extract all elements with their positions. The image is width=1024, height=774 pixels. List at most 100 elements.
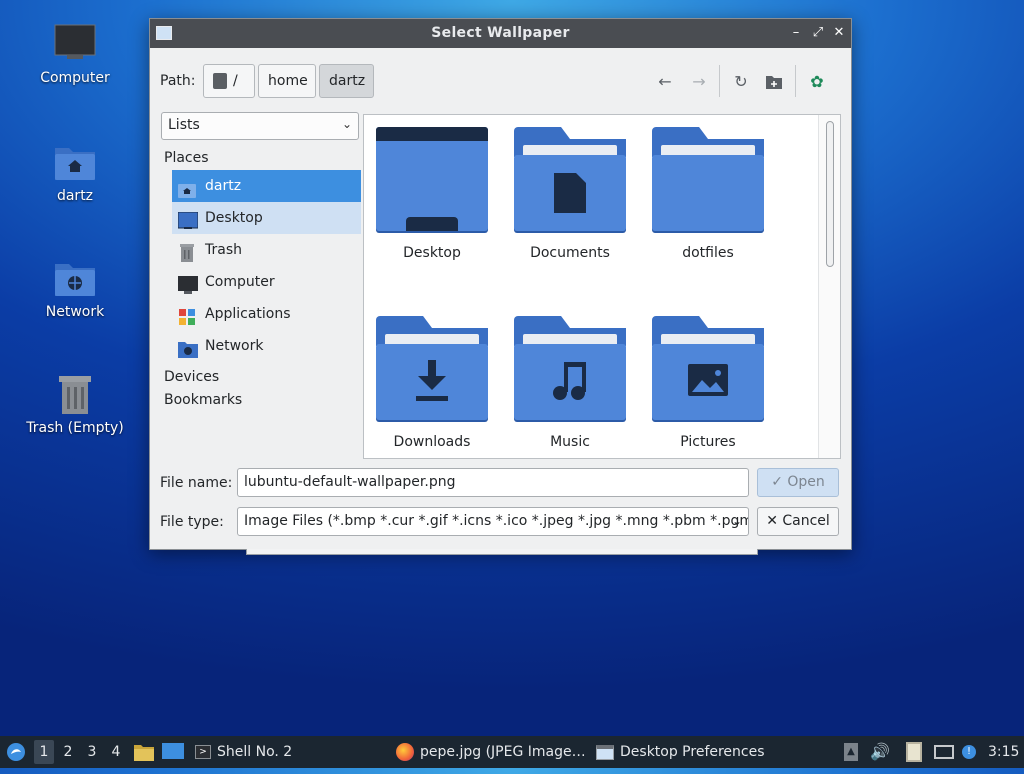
breadcrumb-dartz[interactable]: dartz [319,64,374,98]
path-bar: Path: / home dartz ← → ↻ ✿ [160,63,841,101]
chevron-down-icon: ⌄ [341,117,352,131]
file-item[interactable]: Pictures [643,316,773,450]
network-status-icon[interactable] [934,736,956,768]
task-label: pepe.jpg (JPEG Image… [420,744,586,760]
workspace-2[interactable]: 2 [58,740,78,764]
breadcrumb-root[interactable]: / [203,64,255,98]
file-view: Desktop Documents dotfiles Downloads Mus… [363,114,841,459]
task-desktop-preferences[interactable]: Desktop Preferences [596,736,776,768]
file-name: Documents [530,245,610,261]
file-item[interactable]: Documents [505,127,635,261]
music-folder-icon [514,316,626,420]
places-sidebar: Places dartz Desktop Trash Computer Appl… [161,147,361,412]
devices-header[interactable]: Devices [161,366,361,389]
file-name: dotfiles [682,245,734,261]
sidebar-item-label: Desktop [205,210,263,226]
toolbar-separator [795,65,796,97]
scrollbar-thumb[interactable] [826,121,834,267]
file-name-input[interactable]: lubuntu-default-wallpaper.png [237,468,749,497]
back-icon[interactable]: ← [652,69,678,95]
desktop-icon-label: Trash (Empty) [26,420,124,436]
applications-icon [178,306,196,325]
desktop-folder-icon [376,127,488,231]
background-window-edge [246,549,758,555]
sidebar-item-dartz[interactable]: dartz [172,170,361,202]
vertical-scrollbar[interactable] [818,115,840,458]
network-icon [178,338,198,358]
cancel-button-label: Cancel [782,513,830,529]
terminal-icon: > [195,745,211,759]
workspace-1[interactable]: 1 [34,740,54,764]
breadcrumb-home[interactable]: home [258,64,316,98]
maximize-icon[interactable]: ⤢ [809,23,827,43]
desktop-icon-dartz[interactable]: dartz [20,140,130,204]
bookmarks-header[interactable]: Bookmarks [161,389,361,412]
file-name: Desktop [403,245,461,261]
file-manager-icon[interactable] [134,736,154,768]
path-label: Path: [160,73,196,89]
show-desktop-icon[interactable] [162,736,184,768]
trash-icon [178,242,196,262]
view-mode-select[interactable]: Lists ⌄ [161,112,359,140]
file-item[interactable]: Desktop [367,127,497,261]
sidebar-item-label: Network [205,338,264,354]
close-icon[interactable]: ✕ [830,23,848,43]
clipboard-icon[interactable] [906,736,926,768]
sidebar-item-label: Applications [205,306,291,322]
reload-icon[interactable]: ↻ [728,69,754,95]
notification-icon[interactable]: ! [962,736,978,768]
file-name: Music [550,434,590,450]
open-button[interactable]: ✓ Open [757,468,839,497]
downloads-folder-icon [376,316,488,420]
taskbar: 1 2 3 4 > Shell No. 2 pepe.jpg (JPEG Imag… [0,736,1024,768]
file-name: Pictures [680,434,736,450]
desktop-icon [177,210,199,229]
file-item[interactable]: Downloads [367,316,497,450]
check-icon: ✓ [771,474,788,490]
chevron-down-icon: ⌄ [731,514,742,528]
network-icon [53,256,97,300]
toolbar-separator [719,65,720,97]
scroll-up-icon[interactable]: ▲ [844,736,860,768]
desktop-icon-computer[interactable]: Computer [20,22,130,86]
clock[interactable]: 3:15 [988,736,1020,768]
file-item[interactable]: dotfiles [643,127,773,261]
sidebar-item-desktop[interactable]: Desktop [172,202,361,234]
view-mode-value: Lists [168,117,200,133]
sidebar-item-trash[interactable]: Trash [172,234,361,266]
desktop-icon-network[interactable]: Network [20,256,130,320]
sidebar-item-label: Computer [205,274,275,290]
dialog-title: Select Wallpaper [431,25,570,41]
dialog-titlebar[interactable]: Select Wallpaper – ⤢ ✕ [150,19,851,48]
minimize-icon[interactable]: – [787,23,805,43]
breadcrumb-label: / [233,73,238,89]
desktop-icon-label: Computer [40,70,110,86]
file-item[interactable]: Music [505,316,635,450]
forward-icon[interactable]: → [686,69,712,95]
workspace-3[interactable]: 3 [82,740,102,764]
documents-folder-icon [514,127,626,231]
task-firefox[interactable]: pepe.jpg (JPEG Image… [396,736,588,768]
places-header[interactable]: Places [161,147,361,170]
task-shell[interactable]: > Shell No. 2 [195,736,305,768]
sidebar-item-computer[interactable]: Computer [172,266,361,298]
trash-icon [53,372,97,416]
file-type-select[interactable]: Image Files (*.bmp *.cur *.gif *.icns *.… [237,507,749,536]
new-folder-icon[interactable] [761,69,787,95]
desktop-icon-label: Network [45,304,105,320]
sidebar-item-applications[interactable]: Applications [172,298,361,330]
select-wallpaper-dialog: Select Wallpaper – ⤢ ✕ Path: / home dart… [149,18,852,550]
start-menu-icon[interactable] [6,736,28,768]
file-name: Downloads [393,434,471,450]
task-label: Shell No. 2 [217,744,293,760]
drive-icon [213,73,227,89]
home-folder-icon [178,178,196,198]
folder-icon [652,127,764,231]
cancel-button[interactable]: ✕ Cancel [757,507,839,536]
sidebar-item-network[interactable]: Network [172,330,361,362]
view-options-icon[interactable]: ✿ [804,69,830,95]
workspace-4[interactable]: 4 [106,740,126,764]
desktop-icon-trash[interactable]: Trash (Empty) [20,372,130,436]
window-icon [596,744,614,760]
volume-icon[interactable]: 🔊 [870,736,890,768]
